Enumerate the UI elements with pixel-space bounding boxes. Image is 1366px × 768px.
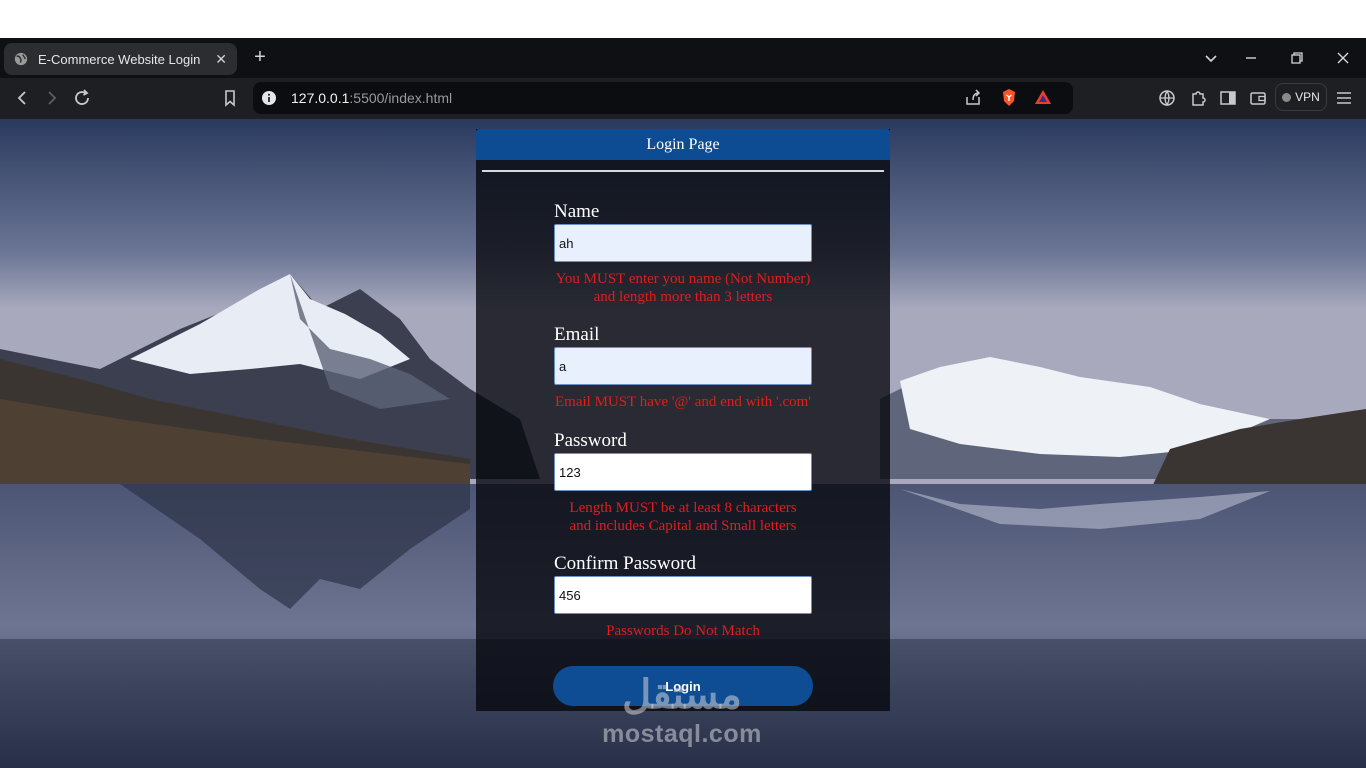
sidebar-icon[interactable] [1216, 86, 1240, 110]
password-error-line-2: and includes Capital and Small letters [569, 518, 797, 534]
close-tab-icon[interactable]: ✕ [215, 51, 227, 68]
confirm-password-error-line-1: Passwords Do Not Match [606, 623, 760, 639]
url-host: 127.0.0.1 [291, 90, 350, 106]
url-path: :5500/index.html [349, 90, 453, 106]
password-input[interactable] [554, 453, 812, 491]
minimize-icon[interactable] [1239, 46, 1263, 70]
name-error-line-2: and length more than 3 letters [593, 289, 773, 305]
close-window-icon[interactable] [1331, 46, 1355, 70]
forward-icon[interactable] [40, 86, 64, 110]
brave-rewards-icon[interactable] [1031, 86, 1055, 110]
vpn-label: VPN [1295, 90, 1320, 104]
reload-icon[interactable] [70, 86, 94, 110]
header-divider [482, 170, 884, 172]
url-text: 127.0.0.1:5500/index.html [291, 90, 452, 106]
extensions-icon[interactable] [1186, 86, 1210, 110]
email-label: Email [554, 324, 600, 345]
back-icon[interactable] [10, 86, 34, 110]
tab-search-icon[interactable] [1199, 46, 1223, 70]
translate-globe-icon[interactable] [1155, 86, 1179, 110]
confirm-password-label: Confirm Password [554, 553, 696, 574]
new-tab-button[interactable]: + [248, 46, 272, 70]
login-page-header: Login Page [476, 129, 890, 160]
watermark-domain: mostaql.com [602, 720, 762, 748]
confirm-password-error: Passwords Do Not Match [516, 622, 850, 640]
name-error-line-1: You MUST enter you name (Not Number) [555, 271, 811, 287]
confirm-password-input[interactable] [554, 576, 812, 614]
share-icon[interactable] [961, 86, 985, 110]
address-bar[interactable]: 127.0.0.1:5500/index.html [253, 82, 1073, 114]
browser-toolbar: 127.0.0.1:5500/index.html VPN [0, 78, 1366, 119]
login-card: Login Page Name You MUST enter you name … [476, 129, 890, 711]
password-label: Password [554, 430, 627, 451]
restore-icon[interactable] [1285, 46, 1309, 70]
email-input[interactable] [554, 347, 812, 385]
globe-icon [14, 52, 28, 66]
bookmark-icon[interactable] [218, 86, 242, 110]
menu-icon[interactable] [1332, 86, 1356, 110]
password-error: Length MUST be at least 8 characters and… [516, 499, 850, 535]
screen-top-margin [0, 0, 1366, 38]
name-error: You MUST enter you name (Not Number) and… [516, 270, 850, 306]
wallet-icon[interactable] [1246, 86, 1270, 110]
email-error: Email MUST have '@' and end with '.com' [516, 393, 850, 411]
browser-tab[interactable]: E-Commerce Website Login ✕ [4, 43, 237, 75]
site-info-icon[interactable] [261, 90, 277, 106]
page-viewport: Login Page Name You MUST enter you name … [0, 119, 1366, 768]
name-label: Name [554, 201, 600, 222]
vpn-status-icon [1282, 92, 1292, 102]
vpn-button[interactable]: VPN [1275, 83, 1327, 111]
brave-shields-icon[interactable] [997, 86, 1021, 110]
name-input[interactable] [554, 224, 812, 262]
email-error-line-1: Email MUST have '@' and end with '.com' [555, 394, 811, 410]
tab-strip: E-Commerce Website Login ✕ + [0, 38, 1366, 78]
password-error-line-1: Length MUST be at least 8 characters [569, 500, 797, 516]
mostaql-watermark: مستقل mostaql.com [592, 670, 772, 760]
watermark-logo: مستقل [622, 673, 742, 717]
tab-title: E-Commerce Website Login [38, 51, 201, 67]
